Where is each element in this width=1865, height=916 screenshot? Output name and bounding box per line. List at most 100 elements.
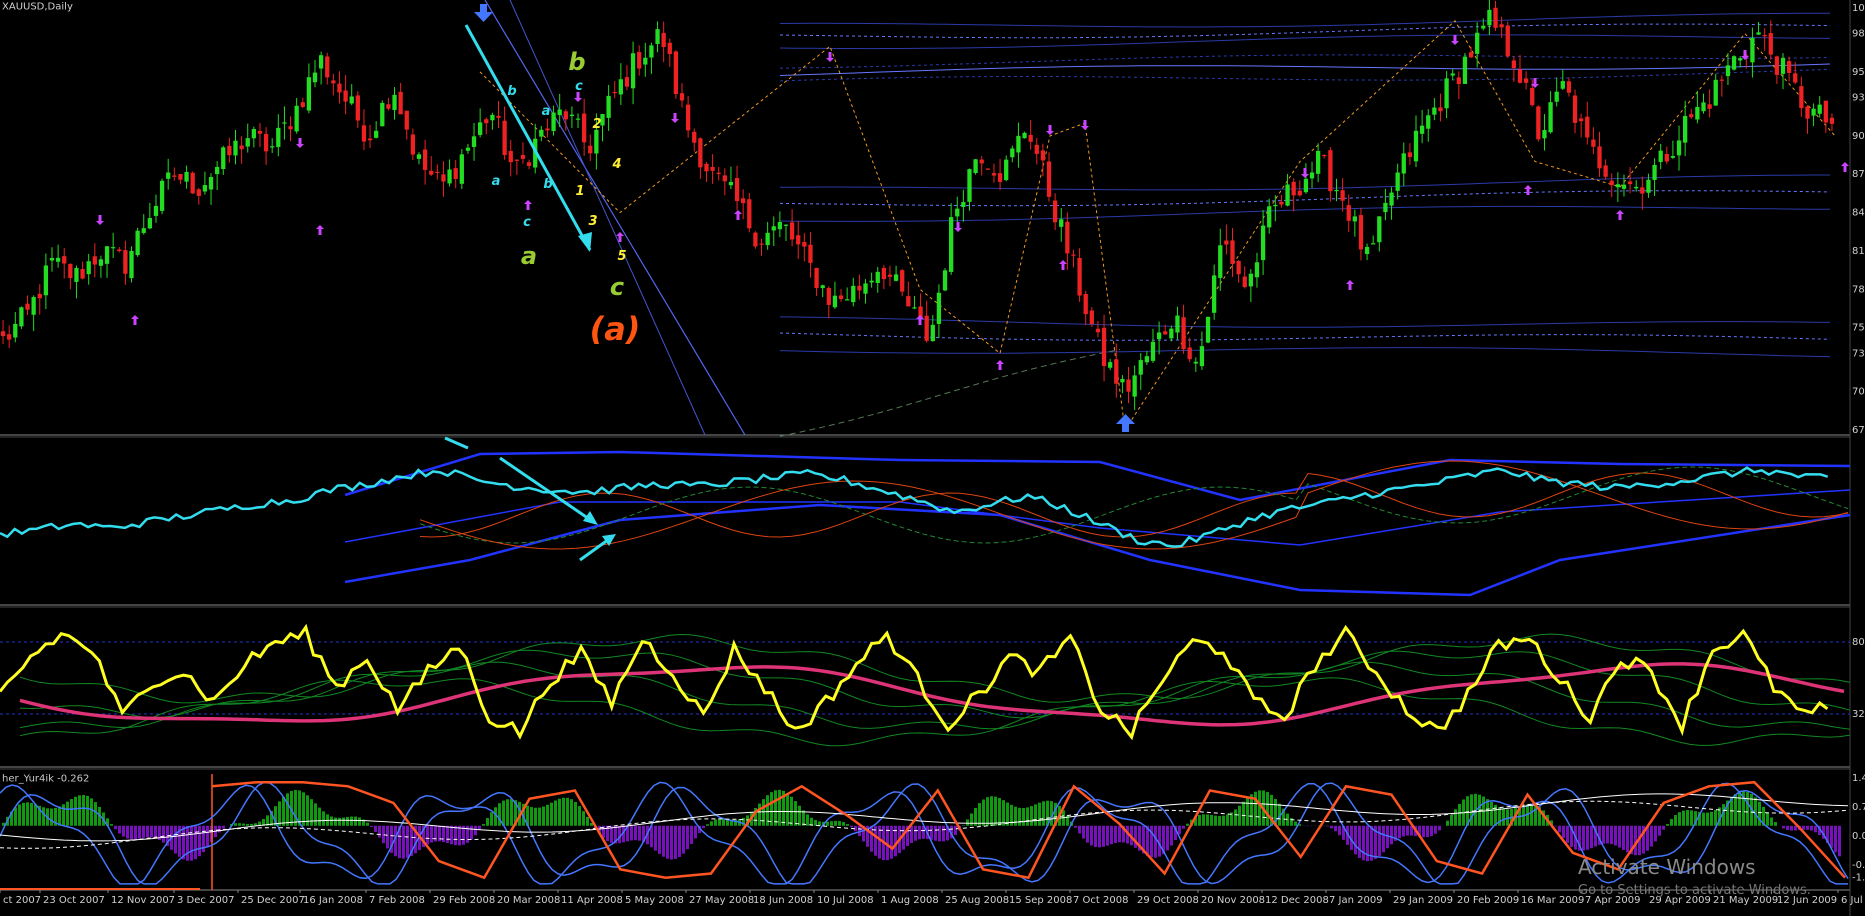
histogram-bar	[722, 818, 725, 826]
price-y-tick: 95	[1852, 67, 1865, 78]
histogram-bar	[82, 794, 85, 826]
candle-body	[471, 136, 477, 147]
histogram-bar	[1034, 804, 1037, 826]
histogram-bar	[1502, 808, 1505, 826]
histogram-bar	[1678, 812, 1681, 826]
histogram-bar	[814, 820, 817, 826]
candle-body	[1823, 100, 1828, 123]
histogram-bar	[962, 825, 965, 826]
candle-body	[1016, 135, 1021, 153]
histogram-bar	[22, 802, 25, 826]
histogram-bar	[998, 798, 1001, 826]
x-tick-label: 16 Jan 2008	[303, 895, 363, 906]
histogram-bar	[74, 796, 77, 826]
price-y-tick: 70	[1852, 387, 1865, 398]
candle-body	[129, 250, 134, 279]
histogram-bar	[122, 825, 125, 837]
candle-body	[734, 178, 740, 202]
candle-body	[1334, 190, 1339, 192]
histogram-bar	[834, 820, 837, 826]
wave-label: b	[507, 84, 516, 99]
candle-body	[1731, 56, 1737, 70]
candle-body	[765, 232, 770, 246]
candle-body	[1683, 115, 1688, 143]
candle-body	[1597, 146, 1602, 169]
histogram-bar	[430, 825, 433, 843]
candle-body	[25, 303, 30, 310]
histogram-bar	[90, 798, 93, 826]
histogram-bar	[570, 799, 573, 826]
candle-body	[1407, 152, 1413, 158]
candle-body	[19, 307, 24, 327]
candle-body	[539, 129, 544, 137]
histogram-bar	[1666, 824, 1669, 826]
histogram-bar	[34, 804, 37, 826]
stochastic-y-tick: 32	[1852, 709, 1865, 720]
candle-body	[386, 104, 391, 109]
x-tick-label: 20 Nov 2008	[1201, 895, 1265, 906]
histogram-bar	[218, 825, 221, 833]
histogram-bar	[1690, 810, 1693, 826]
candle-body	[1419, 125, 1425, 134]
histogram-bar	[1110, 825, 1113, 845]
candle-body	[783, 224, 789, 226]
histogram-bar	[70, 799, 73, 826]
price-y-tick: 84	[1852, 208, 1865, 219]
histogram-bar	[126, 825, 129, 839]
candle-body	[863, 283, 868, 294]
candle-body	[832, 295, 838, 308]
histogram-bar	[798, 805, 801, 826]
histogram-bar	[1806, 825, 1809, 830]
candle-body	[1108, 362, 1113, 368]
histogram-bar	[162, 825, 165, 843]
histogram-bar	[134, 825, 137, 840]
histogram-bar	[702, 825, 705, 829]
candle-body	[49, 258, 55, 261]
histogram-bar	[1254, 791, 1257, 826]
histogram-bar	[1626, 825, 1629, 853]
candle-body	[184, 171, 189, 182]
x-tick-label: 3 Dec 2007	[177, 895, 235, 906]
x-tick-label: 10 Jul 2008	[817, 895, 874, 906]
candle-body	[1536, 106, 1541, 140]
candle-body	[1114, 359, 1119, 384]
candle-body	[1560, 81, 1565, 89]
candle-body	[893, 274, 899, 281]
histogram-bar	[1530, 804, 1533, 826]
candle-body	[637, 51, 642, 69]
histogram-bar	[838, 821, 841, 826]
candle-body	[1242, 276, 1247, 288]
histogram-bar	[1686, 810, 1689, 826]
histogram-bar	[354, 816, 357, 826]
histogram-bar	[678, 825, 681, 857]
wave-label: c	[610, 273, 624, 301]
histogram-bar	[1114, 825, 1117, 843]
candle-body	[300, 102, 305, 107]
histogram-bar	[1770, 817, 1773, 826]
fisher-indicator-label: her_Yur4ik -0.262	[2, 773, 89, 784]
histogram-bar	[574, 801, 577, 826]
histogram-bar	[1090, 825, 1093, 846]
candle-body	[1615, 184, 1620, 188]
candle-body	[98, 259, 104, 266]
histogram-bar	[402, 825, 405, 859]
histogram-bar	[110, 824, 113, 826]
candle-body	[1786, 61, 1792, 73]
histogram-bar	[582, 811, 585, 826]
histogram-bar	[1038, 802, 1041, 826]
candle-body	[563, 111, 568, 120]
candle-body	[227, 145, 232, 156]
candle-body	[306, 77, 312, 111]
candle-body	[838, 295, 844, 300]
histogram-bar	[546, 804, 549, 826]
histogram-bar	[1734, 794, 1737, 826]
candle-body	[447, 169, 452, 184]
histogram-bar	[990, 796, 993, 826]
candle-body	[239, 145, 244, 150]
wave-label: a	[492, 174, 501, 189]
histogram-bar	[1166, 825, 1169, 851]
histogram-bar	[194, 825, 197, 860]
candle-body	[1193, 361, 1198, 364]
histogram-bar	[654, 825, 657, 851]
candle-body	[490, 114, 495, 121]
